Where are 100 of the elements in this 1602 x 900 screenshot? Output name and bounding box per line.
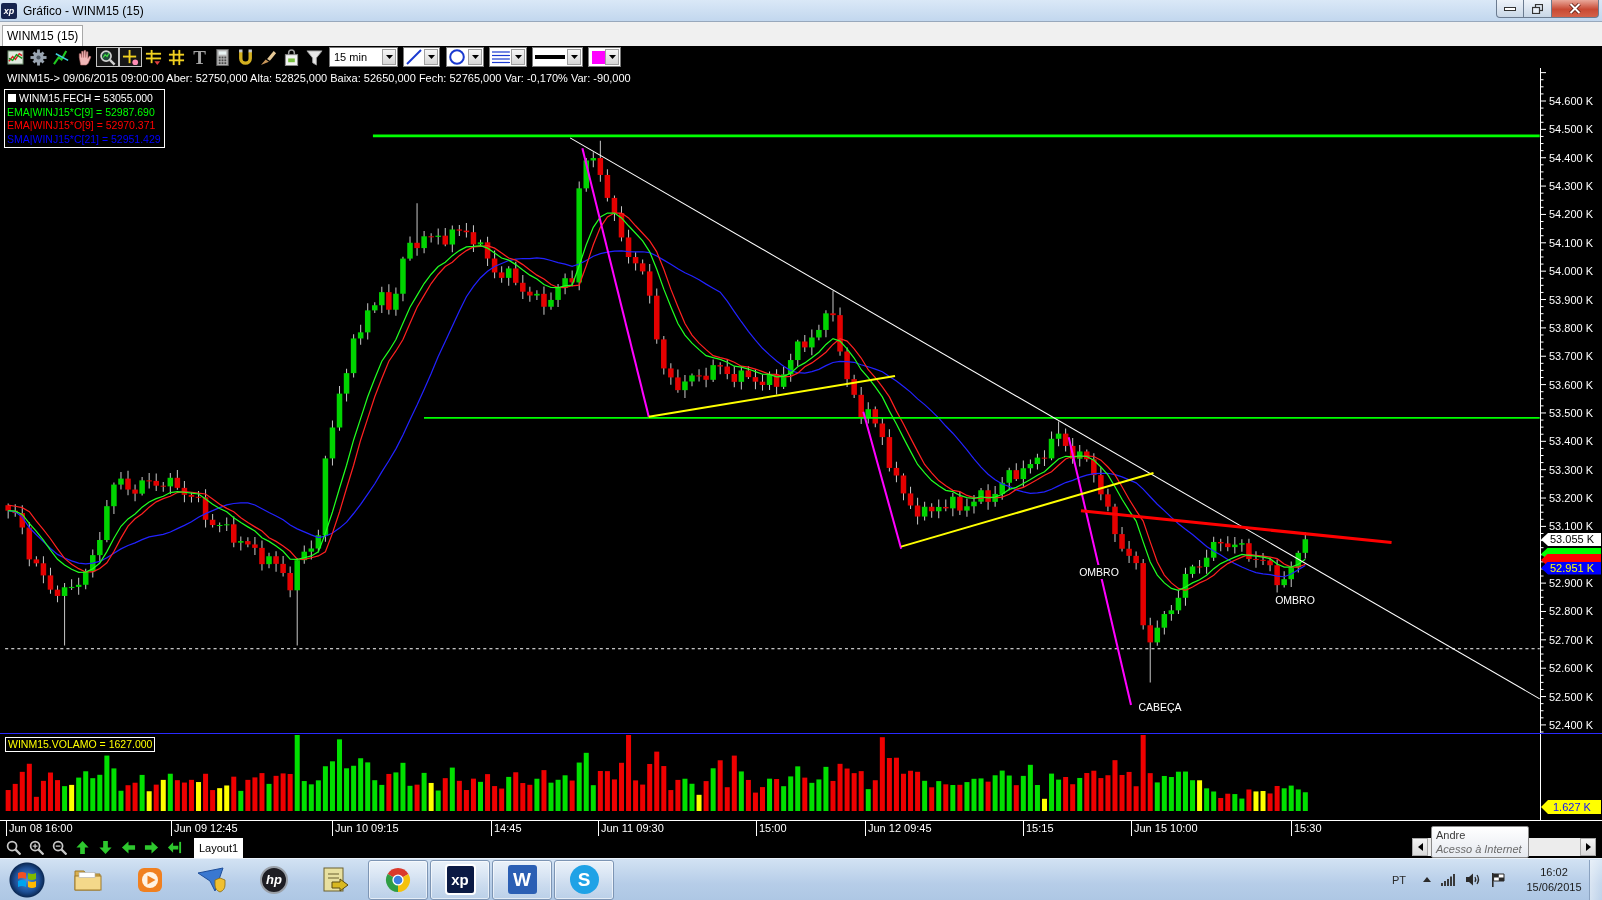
price-axis-label: 53.700 K xyxy=(1549,349,1594,364)
taskbar-button[interactable]: W xyxy=(492,859,552,900)
shape-tool-dropdown[interactable] xyxy=(446,47,484,67)
scroll-right-button[interactable] xyxy=(1580,838,1596,856)
price-axis-label: 53.800 K xyxy=(1549,320,1594,335)
bag-icon xyxy=(283,48,300,66)
price-axis-label: 53.100 K xyxy=(1549,519,1594,534)
price-axis-label: 53.900 K xyxy=(1549,292,1594,307)
price-axis-label: 52.500 K xyxy=(1549,689,1594,704)
left-caret-icon xyxy=(1417,843,1423,851)
restore-button[interactable] xyxy=(1524,0,1552,18)
chart-tab[interactable]: WINM15 (15) xyxy=(2,25,84,46)
search-icon xyxy=(6,839,21,855)
hand-icon xyxy=(76,48,93,66)
lines-icon xyxy=(492,50,510,64)
speaker-icon[interactable] xyxy=(1466,873,1481,886)
document-arrow-icon xyxy=(321,864,351,895)
taskbar-button[interactable] xyxy=(368,859,428,900)
legend-item: EMA|WINJ15*O[9] = 52970.371 xyxy=(7,119,156,132)
left-arrow-bar-icon xyxy=(167,839,182,855)
caret-icon xyxy=(570,55,578,59)
price-axis-label: 54.300 K xyxy=(1549,179,1594,194)
time-axis-label: Jun 12 09:45 xyxy=(868,822,932,835)
color-dropdown[interactable] xyxy=(588,47,621,67)
price-axis-label: 53.400 K xyxy=(1549,434,1594,449)
signal-bars-icon[interactable] xyxy=(1441,873,1456,886)
legend-item: EMA|WINJ15*C[9] = 52987.690 xyxy=(7,105,155,118)
flag-icon[interactable] xyxy=(1491,872,1505,887)
app-logo: xp xyxy=(1,2,17,19)
up-caret-icon[interactable] xyxy=(1423,877,1431,882)
price-axis-label: 52.800 K xyxy=(1549,604,1594,619)
taskbar-button[interactable]: hp xyxy=(244,859,304,900)
app-logo: xp xyxy=(444,864,476,895)
clock-time[interactable]: 16:02 xyxy=(1540,864,1568,880)
price-axis-label: 53.300 K xyxy=(1549,462,1594,477)
line-width-dropdown[interactable] xyxy=(532,47,583,67)
layout-tab[interactable]: Layout1 xyxy=(194,838,244,858)
app-logo: hp xyxy=(260,865,288,894)
tooltip-status: Acesso à Internet xyxy=(1436,842,1523,856)
taskbar-button[interactable]: xp xyxy=(430,859,490,900)
magnifier-icon xyxy=(99,48,116,66)
time-axis-label: Jun 15 10:00 xyxy=(1134,822,1198,835)
time-axis-label: 15:00 xyxy=(759,822,787,835)
toolbar-button[interactable] xyxy=(119,47,142,67)
interval-select[interactable]: 15 min xyxy=(329,47,398,67)
legend-item: SMA|WINJ15*C[21] = 52951.429 xyxy=(7,133,161,146)
toolbar-button[interactable] xyxy=(303,47,326,67)
pattern-label: CABEÇA xyxy=(1136,700,1184,714)
pattern-label: OMBRO xyxy=(1077,565,1121,579)
app-logo: S xyxy=(569,865,599,894)
zoom-out-icon xyxy=(52,839,67,855)
price-axis-label: 54.500 K xyxy=(1549,122,1594,137)
flag-logo-icon xyxy=(17,869,37,890)
language-indicator[interactable]: PT xyxy=(1391,873,1406,886)
text-tool-button[interactable]: T xyxy=(188,47,211,67)
magnet-icon xyxy=(237,48,254,66)
price-tag: 53.055 K xyxy=(1541,533,1601,547)
pattern-label: OMBRO xyxy=(1273,593,1317,607)
price-axis-label: 52.900 K xyxy=(1549,576,1594,591)
legend-item: WINM15.FECH = 53055.000 xyxy=(19,91,153,104)
circle-icon xyxy=(449,49,465,65)
price-axis-label: 52.700 K xyxy=(1549,632,1594,647)
caret-icon xyxy=(471,55,479,59)
price-axis-label: 54.000 K xyxy=(1549,264,1594,279)
trend-line-icon xyxy=(53,48,70,66)
price-axis-label: 54.600 K xyxy=(1549,94,1594,108)
time-axis-label: Jun 08 16:00 xyxy=(9,822,73,835)
clock-date[interactable]: 15/06/2015 xyxy=(1526,879,1582,895)
restore-icon xyxy=(1532,3,1543,14)
brush-icon xyxy=(260,48,277,66)
toolbar-button[interactable] xyxy=(27,47,50,67)
gear-icon xyxy=(30,48,47,66)
price-axis-label: 53.200 K xyxy=(1549,491,1594,506)
toolbar-button[interactable] xyxy=(4,47,27,67)
caret-icon xyxy=(427,55,435,59)
caret-icon xyxy=(514,55,522,59)
price-axis-label: 54.100 K xyxy=(1549,235,1594,250)
line-tool-dropdown[interactable] xyxy=(403,47,440,67)
time-axis-label: Jun 09 12:45 xyxy=(174,822,238,835)
volume-legend: WINM15.VOLAMO = 1627.000 xyxy=(5,737,156,752)
filter-icon xyxy=(306,48,323,66)
time-axis-label: Jun 10 09:15 xyxy=(335,822,399,835)
scroll-left-button[interactable] xyxy=(1412,838,1428,856)
price-axis-label: 54.200 K xyxy=(1549,207,1594,222)
close-button[interactable] xyxy=(1552,0,1599,18)
line-style-dropdown[interactable] xyxy=(489,47,527,67)
tooltip-title: Andre xyxy=(1436,828,1467,842)
down-arrow-icon xyxy=(98,839,113,855)
price-axis-label: 53.600 K xyxy=(1549,377,1594,392)
arrow-shield-icon xyxy=(197,864,227,895)
toolbar-button[interactable] xyxy=(96,47,119,67)
chart-icon xyxy=(7,48,24,66)
app-logo: W xyxy=(507,865,537,894)
price-axis-label: 52.600 K xyxy=(1549,661,1594,676)
time-axis-label: 14:45 xyxy=(494,822,522,835)
diagonal-line-icon xyxy=(406,49,422,65)
left-arrow-icon xyxy=(121,839,136,855)
minimize-button[interactable] xyxy=(1496,0,1524,18)
volume-tag: 1.627 K xyxy=(1541,800,1601,814)
caret-icon xyxy=(608,55,616,59)
